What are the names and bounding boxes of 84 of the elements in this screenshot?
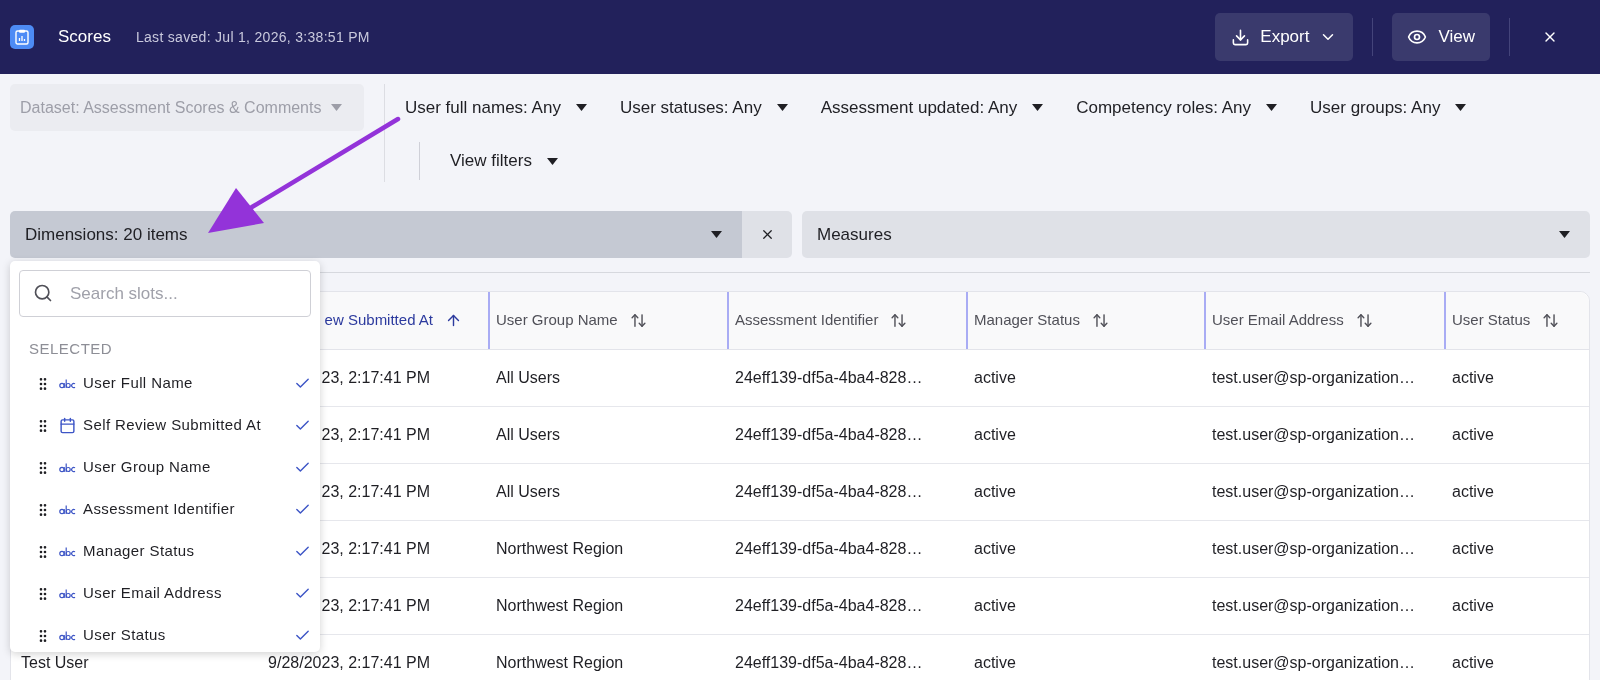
table-cell-text: active [974,596,1016,616]
section-heading: SELECTED [29,339,113,359]
calendar-icon [59,417,76,434]
table-cell-text: active [1452,539,1494,559]
column-header[interactable]: User Email Address [1204,292,1444,349]
eye-icon [1407,27,1428,47]
search-icon [33,283,53,303]
table-cell-text: Northwest Region [496,539,624,559]
search-field[interactable]: Search slots... [19,270,311,317]
filter-dropdown[interactable]: User groups: Any [1310,94,1467,121]
clear-button[interactable] [742,211,792,258]
filter-dropdown[interactable]: Assessment updated: Any [820,94,1044,121]
slot-item[interactable]: Self Review Submitted At [10,404,320,447]
column-header[interactable]: User Group Name [488,292,727,349]
text-type-icon [59,378,76,389]
clipboard-chart-icon [10,25,34,49]
dimensions-select[interactable]: Dimensions: 20 items [10,211,742,258]
table-cell-text: active [1452,653,1494,673]
table-cell-text: 24eff139-df5a-4ba4-828… [735,482,923,502]
table-cell-text: 24eff139-df5a-4ba4-828… [735,596,923,616]
text-type-icon [59,504,76,515]
view-filters-dropdown[interactable]: View filters [450,148,558,174]
table-cell-text: test.user@sp-organization… [1212,482,1415,502]
table-cell-text: active [1452,425,1494,445]
slot-item[interactable]: User Status [10,614,320,652]
export-button[interactable]: Export [1215,13,1354,61]
table-cell-text: All Users [496,425,560,445]
caret-icon [1455,104,1467,111]
table-cell-text: 24eff139-df5a-4ba4-828… [735,539,923,559]
caret-icon [776,104,788,111]
table-cell-text: 24eff139-df5a-4ba4-828… [735,368,923,388]
table-cell-text: 24eff139-df5a-4ba4-828… [735,653,923,673]
report-title: Scores [58,26,111,49]
filter-dropdown[interactable]: Competency roles: Any [1076,94,1277,121]
column-header[interactable]: Manager Status [966,292,1204,349]
table-cell-text: 9/28/2023, 2:17:41 PM [268,653,430,673]
table-cell-text: 23, 2:17:41 PM [321,482,430,502]
slot-item[interactable]: User Group Name [10,446,320,489]
caret-icon [1266,104,1277,111]
table-cell-text: active [974,425,1016,445]
table-cell-text: Test User [21,653,89,673]
text-type-icon [59,630,76,641]
filter-dropdown[interactable]: User full names: Any [405,94,587,121]
text-type-icon [59,588,76,599]
table-cell-text: active [974,368,1016,388]
table-cell-text: active [1452,368,1494,388]
slot-item[interactable]: User Full Name [10,362,320,405]
caret-icon [711,231,722,238]
slot-item[interactable]: User Email Address [10,572,320,615]
table-cell-text: test.user@sp-organization… [1212,368,1415,388]
table-cell-text: Northwest Region [496,596,624,616]
table-cell-text: test.user@sp-organization… [1212,425,1415,445]
table-cell-text: 23, 2:17:41 PM [321,596,430,616]
table-cell-text: active [1452,482,1494,502]
download-icon [1231,27,1251,47]
column-header[interactable]: Assessment Identifier [727,292,966,349]
table-cell-text: active [974,539,1016,559]
measures-select[interactable]: Measures [802,211,1590,258]
table-cell-text: test.user@sp-organization… [1212,596,1415,616]
table-cell-text: 24eff139-df5a-4ba4-828… [735,425,923,445]
text-type-icon [59,546,76,557]
filter-dropdown[interactable]: User statuses: Any [619,94,788,121]
table-cell-text: active [974,653,1016,673]
table-cell-text: 23, 2:17:41 PM [321,368,430,388]
table-cell-text: All Users [496,368,560,388]
table-cell-text: 23, 2:17:41 PM [321,425,430,445]
slot-item[interactable]: Manager Status [10,530,320,573]
column-header[interactable]: User Status [1444,292,1589,349]
table-cell-text: test.user@sp-organization… [1212,653,1415,673]
view-button[interactable]: View [1392,13,1490,61]
table-cell-text: active [974,482,1016,502]
caret-icon [331,104,343,111]
caret-icon [1032,104,1044,111]
table-cell-text: Northwest Region [496,653,624,673]
slot-item[interactable]: Assessment Identifier [10,488,320,531]
table-cell-text: All Users [496,482,560,502]
table-cell-text: test.user@sp-organization… [1212,539,1415,559]
table-cell-text: active [1452,596,1494,616]
last-saved-text: Last saved: Jul 1, 2026, 3:38:51 PM [135,27,370,47]
text-type-icon [59,462,76,473]
table-cell-text: 23, 2:17:41 PM [321,539,430,559]
caret-icon [575,104,587,111]
caret-icon [1559,231,1570,238]
caret-icon [546,157,558,165]
